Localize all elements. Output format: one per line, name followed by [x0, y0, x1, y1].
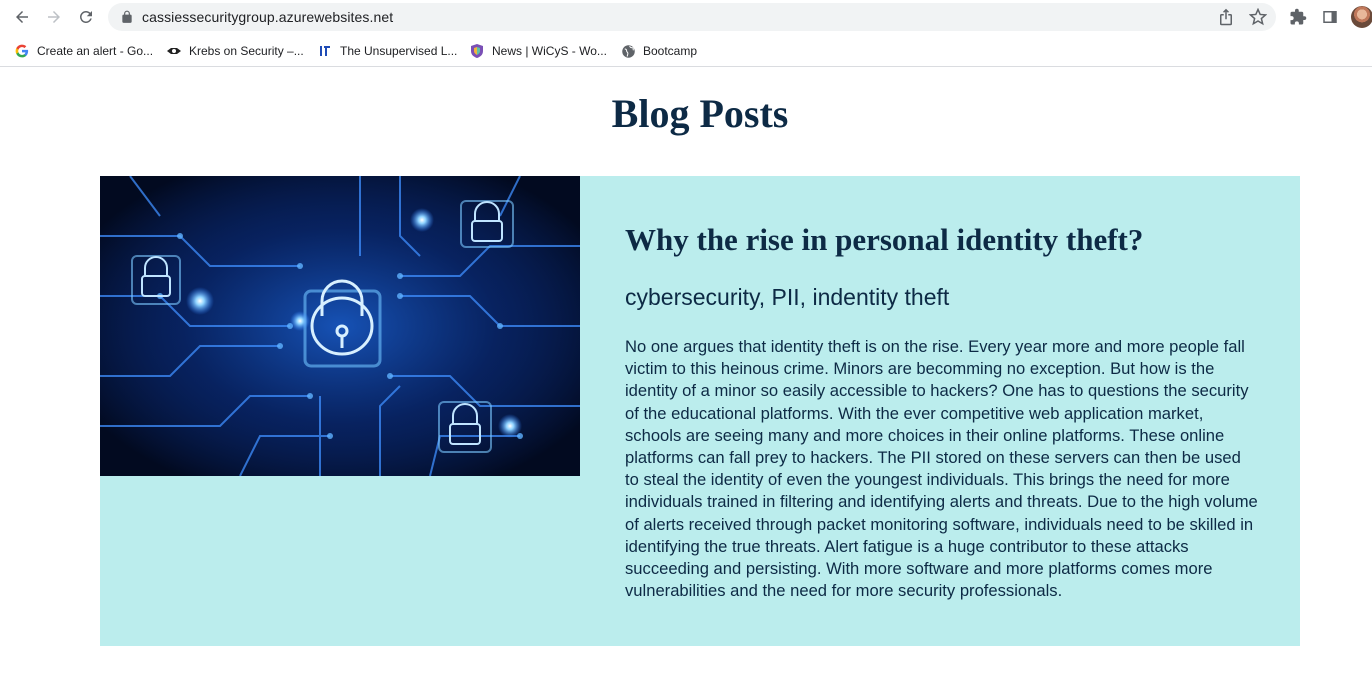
- share-icon[interactable]: [1217, 8, 1235, 26]
- reload-icon: [79, 10, 92, 23]
- back-arrow-icon: [16, 11, 28, 23]
- profile-avatar[interactable]: [1351, 6, 1372, 28]
- bookmark-label: Krebs on Security –...: [189, 44, 304, 58]
- globe-icon: [620, 43, 636, 59]
- post-tags: cybersecurity, PII, indentity theft: [625, 284, 950, 310]
- forward-button[interactable]: [42, 5, 66, 29]
- blog-post-card: Why the rise in personal identity theft?…: [100, 176, 1300, 646]
- post-title: Why the rise in personal identity theft?: [625, 222, 1144, 257]
- back-button[interactable]: [10, 5, 34, 29]
- unsupervised-learning-icon: [317, 43, 333, 59]
- browser-toolbar: cassiessecuritygroup.azurewebsites.net: [0, 0, 1372, 35]
- url-text[interactable]: cassiessecuritygroup.azurewebsites.net: [142, 9, 393, 25]
- bookmark-wicys[interactable]: News | WiCyS - Wo...: [469, 41, 607, 61]
- circuit-padlock-image: [100, 176, 580, 476]
- extensions-puzzle-icon[interactable]: [1289, 8, 1307, 26]
- bookmark-krebs[interactable]: Krebs on Security –...: [166, 41, 304, 61]
- forward-arrow-icon: [48, 11, 60, 23]
- bookmark-bootcamp[interactable]: Bootcamp: [620, 41, 697, 61]
- bookmark-label: News | WiCyS - Wo...: [492, 44, 607, 58]
- bookmark-label: Create an alert - Go...: [37, 44, 154, 58]
- wicys-shield-icon: [469, 43, 485, 59]
- bookmark-unsupervised-learning[interactable]: The Unsupervised L...: [317, 41, 457, 61]
- krebs-icon: [166, 43, 182, 59]
- bookmark-label: The Unsupervised L...: [340, 44, 458, 58]
- google-icon: [14, 43, 30, 59]
- lock-icon: [122, 10, 132, 23]
- page-title: Blog Posts: [611, 91, 789, 136]
- post-body: No one argues that identity theft is on …: [625, 337, 1258, 601]
- bookmarks-bar: Create an alert - Go... Krebs on Securit…: [0, 35, 1372, 67]
- address-bar[interactable]: cassiessecuritygroup.azurewebsites.net: [108, 3, 1276, 31]
- bookmark-label: Bootcamp: [643, 44, 698, 58]
- bookmark-star-icon[interactable]: [1249, 8, 1267, 26]
- bookmark-google-alerts[interactable]: Create an alert - Go...: [14, 41, 153, 61]
- reload-button[interactable]: [74, 5, 98, 29]
- side-panel-icon[interactable]: [1321, 8, 1339, 26]
